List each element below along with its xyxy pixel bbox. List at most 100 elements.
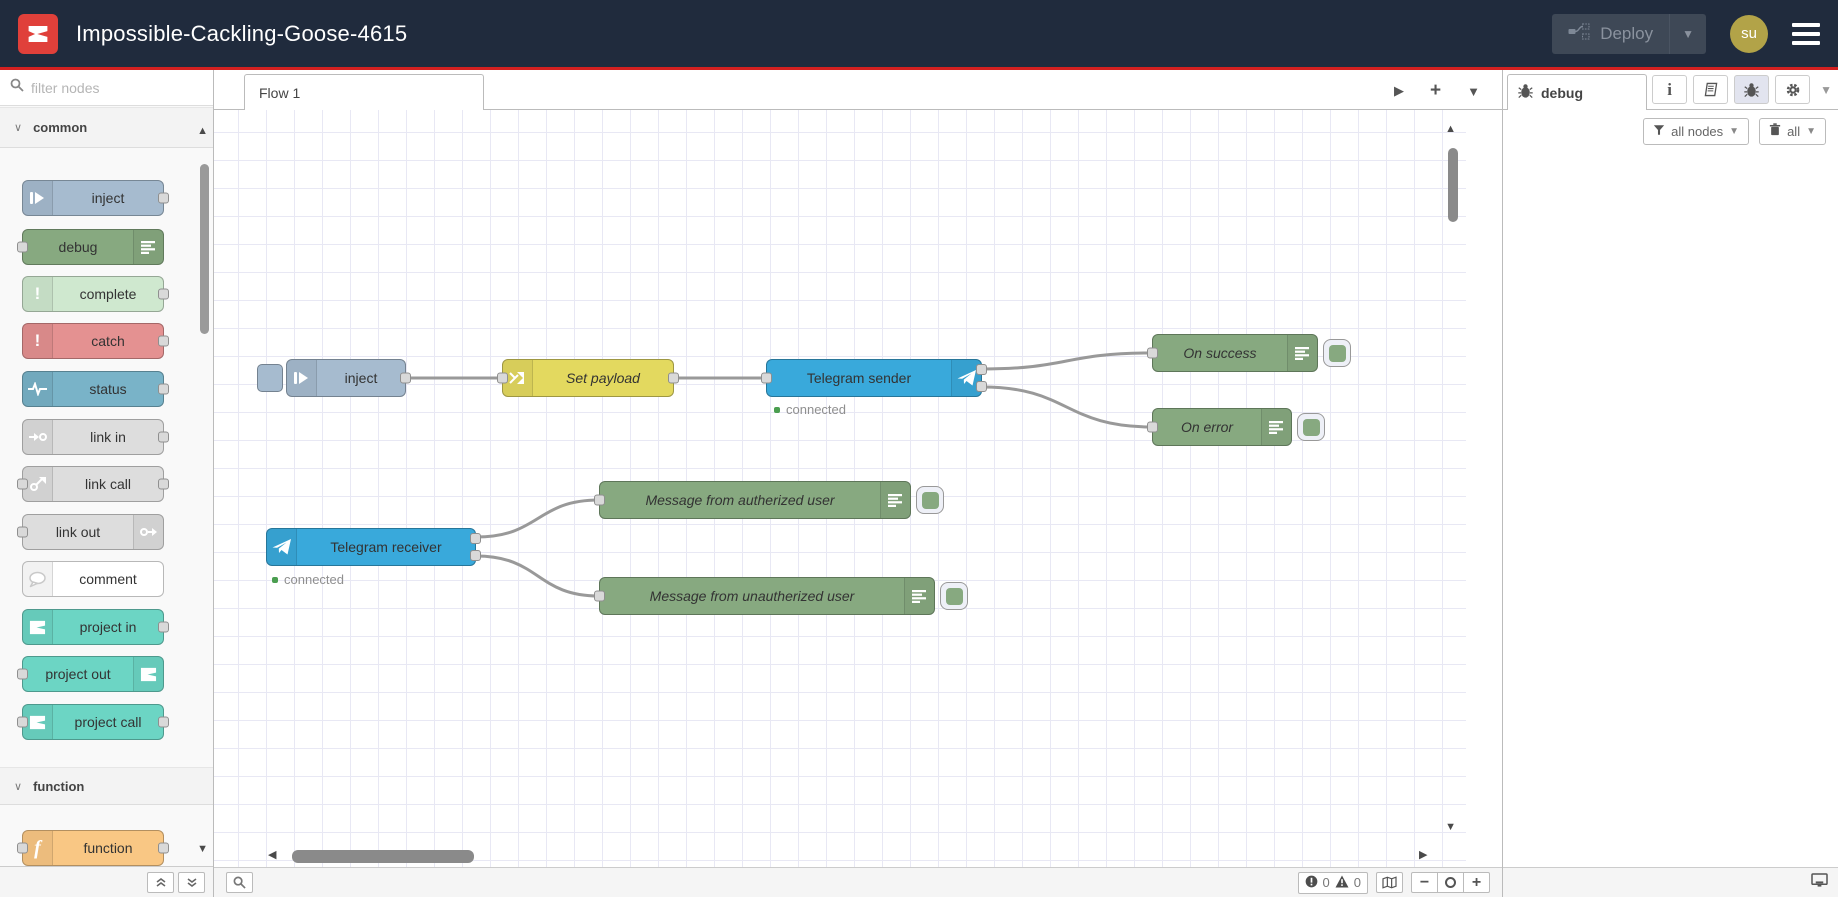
input-port[interactable] — [17, 241, 28, 253]
tab-list-icon[interactable]: ▼ — [1467, 84, 1480, 99]
debug-enable-toggle[interactable] — [1297, 413, 1325, 441]
debug-filter-button[interactable]: all nodes ▼ — [1643, 117, 1750, 145]
debug-enable-toggle[interactable] — [916, 486, 944, 514]
output-port-1[interactable] — [976, 364, 987, 375]
palette-node-catch[interactable]: ! catch — [22, 323, 169, 359]
output-port[interactable] — [158, 192, 169, 204]
palette-node-project-out[interactable]: project out — [17, 656, 164, 692]
flow-node-on-error[interactable]: On error — [1147, 408, 1325, 446]
palette-node-link-in[interactable]: link in — [22, 419, 169, 455]
flow-node-telegram-sender[interactable]: Telegram sender — [761, 359, 987, 397]
output-port[interactable] — [158, 842, 169, 854]
canvas-search-button[interactable] — [226, 872, 253, 893]
flow-canvas[interactable]: inject Set payload Telegram sender conne… — [214, 110, 1502, 897]
output-port[interactable] — [158, 383, 169, 395]
palette-node-function[interactable]: f function — [17, 830, 169, 866]
input-port[interactable] — [17, 842, 28, 854]
output-port[interactable] — [400, 372, 411, 384]
debug-enable-toggle[interactable] — [1323, 339, 1351, 367]
main-menu-icon[interactable] — [1792, 22, 1820, 45]
info-tab-button[interactable]: i — [1652, 75, 1688, 104]
palette-category-common[interactable]: ∨ common — [0, 107, 213, 148]
input-port[interactable] — [17, 478, 28, 490]
chevron-down-icon: ∨ — [14, 122, 23, 134]
expand-all-button[interactable] — [178, 871, 205, 893]
palette-node-status[interactable]: status — [22, 371, 169, 407]
input-port[interactable] — [1147, 421, 1158, 433]
debug-toolbar: all nodes ▼ all ▼ — [1503, 110, 1838, 152]
palette-scrollbar-thumb[interactable] — [200, 164, 209, 334]
output-port[interactable] — [158, 288, 169, 300]
flow-node-set-payload[interactable]: Set payload — [497, 359, 679, 397]
input-port[interactable] — [17, 668, 28, 680]
debug-clear-button[interactable]: all ▼ — [1759, 117, 1826, 145]
palette-scroll-down[interactable]: ▼ — [197, 844, 208, 855]
error-icon — [1305, 875, 1318, 891]
palette-node-debug[interactable]: debug — [17, 229, 164, 265]
palette-node-link-call[interactable]: link call — [17, 466, 169, 502]
input-port[interactable] — [594, 494, 605, 506]
navigator-map-button[interactable] — [1376, 872, 1403, 893]
output-port-2[interactable] — [470, 550, 481, 561]
inject-button[interactable] — [257, 364, 283, 392]
flow-node-telegram-receiver[interactable]: Telegram receiver — [266, 528, 481, 566]
open-window-icon[interactable] — [1811, 872, 1828, 893]
palette-node-link-out[interactable]: link out — [17, 514, 164, 550]
input-port[interactable] — [17, 526, 28, 538]
input-port[interactable] — [17, 716, 28, 728]
flow-node-msg-unauthorized[interactable]: Message from unautherized user — [594, 577, 968, 615]
complete-icon: ! — [23, 277, 53, 311]
tab-flow-1[interactable]: Flow 1 — [244, 74, 484, 110]
output-port[interactable] — [158, 431, 169, 443]
wire-sender-onerror[interactable] — [981, 385, 1153, 429]
palette-node-complete[interactable]: ! complete — [22, 276, 169, 312]
avatar[interactable]: su — [1730, 14, 1768, 53]
input-port[interactable] — [594, 590, 605, 602]
tab-scroll-right-icon[interactable]: ▶ — [1394, 83, 1404, 99]
trash-icon — [1769, 123, 1781, 139]
output-port-2[interactable] — [976, 381, 987, 392]
zoom-in-button[interactable]: + — [1463, 872, 1490, 893]
flow-node-inject[interactable]: inject — [257, 359, 411, 397]
output-port[interactable] — [158, 621, 169, 633]
wire-receiver-unauthorized[interactable] — [475, 554, 600, 598]
flow-node-on-success[interactable]: On success — [1147, 334, 1351, 372]
palette-node-comment[interactable]: comment — [22, 561, 164, 597]
output-port[interactable] — [668, 372, 679, 384]
wire-sender-onsuccess[interactable] — [981, 351, 1153, 371]
palette-filter-input[interactable] — [31, 79, 181, 96]
input-port[interactable] — [1147, 347, 1158, 359]
deploy-label: Deploy — [1600, 23, 1654, 43]
flow-node-msg-authorized[interactable]: Message from autherized user — [594, 481, 944, 519]
output-port[interactable] — [158, 335, 169, 347]
tab-debug[interactable]: debug — [1507, 74, 1647, 110]
help-tab-button[interactable] — [1693, 75, 1729, 104]
output-port[interactable] — [158, 716, 169, 728]
zoom-reset-button[interactable] — [1437, 872, 1464, 893]
wire-receiver-authorized[interactable] — [475, 498, 600, 539]
collapse-all-button[interactable] — [147, 871, 174, 893]
palette-category-function[interactable]: ∨ function — [0, 767, 213, 805]
palette-scroll-up[interactable]: ▲ — [197, 126, 208, 137]
palette-search[interactable] — [0, 70, 213, 106]
debug-enable-toggle[interactable] — [940, 582, 968, 610]
bug-icon — [1518, 83, 1533, 102]
zoom-out-button[interactable]: − — [1411, 872, 1438, 893]
output-port-1[interactable] — [470, 533, 481, 544]
config-tab-button[interactable] — [1775, 75, 1811, 104]
add-flow-button[interactable]: + — [1430, 81, 1441, 100]
book-icon — [1704, 82, 1717, 97]
palette-node-inject[interactable]: inject — [22, 180, 169, 216]
sidebar-tabs-more-icon[interactable]: ▼ — [1816, 83, 1832, 97]
debug-messages-panel[interactable] — [1503, 152, 1838, 867]
output-port[interactable] — [158, 478, 169, 490]
notification-counts[interactable]: 0 0 — [1297, 871, 1368, 894]
input-port[interactable] — [761, 372, 772, 384]
input-port[interactable] — [497, 372, 508, 384]
debug-tab-button[interactable] — [1734, 75, 1770, 104]
palette-node-project-call[interactable]: project call — [17, 704, 169, 740]
debug-lines-icon — [880, 482, 910, 518]
deploy-options-button[interactable]: ▼ — [1669, 13, 1706, 54]
deploy-button[interactable]: Deploy ▼ — [1552, 13, 1706, 54]
palette-node-project-in[interactable]: project in — [22, 609, 169, 645]
